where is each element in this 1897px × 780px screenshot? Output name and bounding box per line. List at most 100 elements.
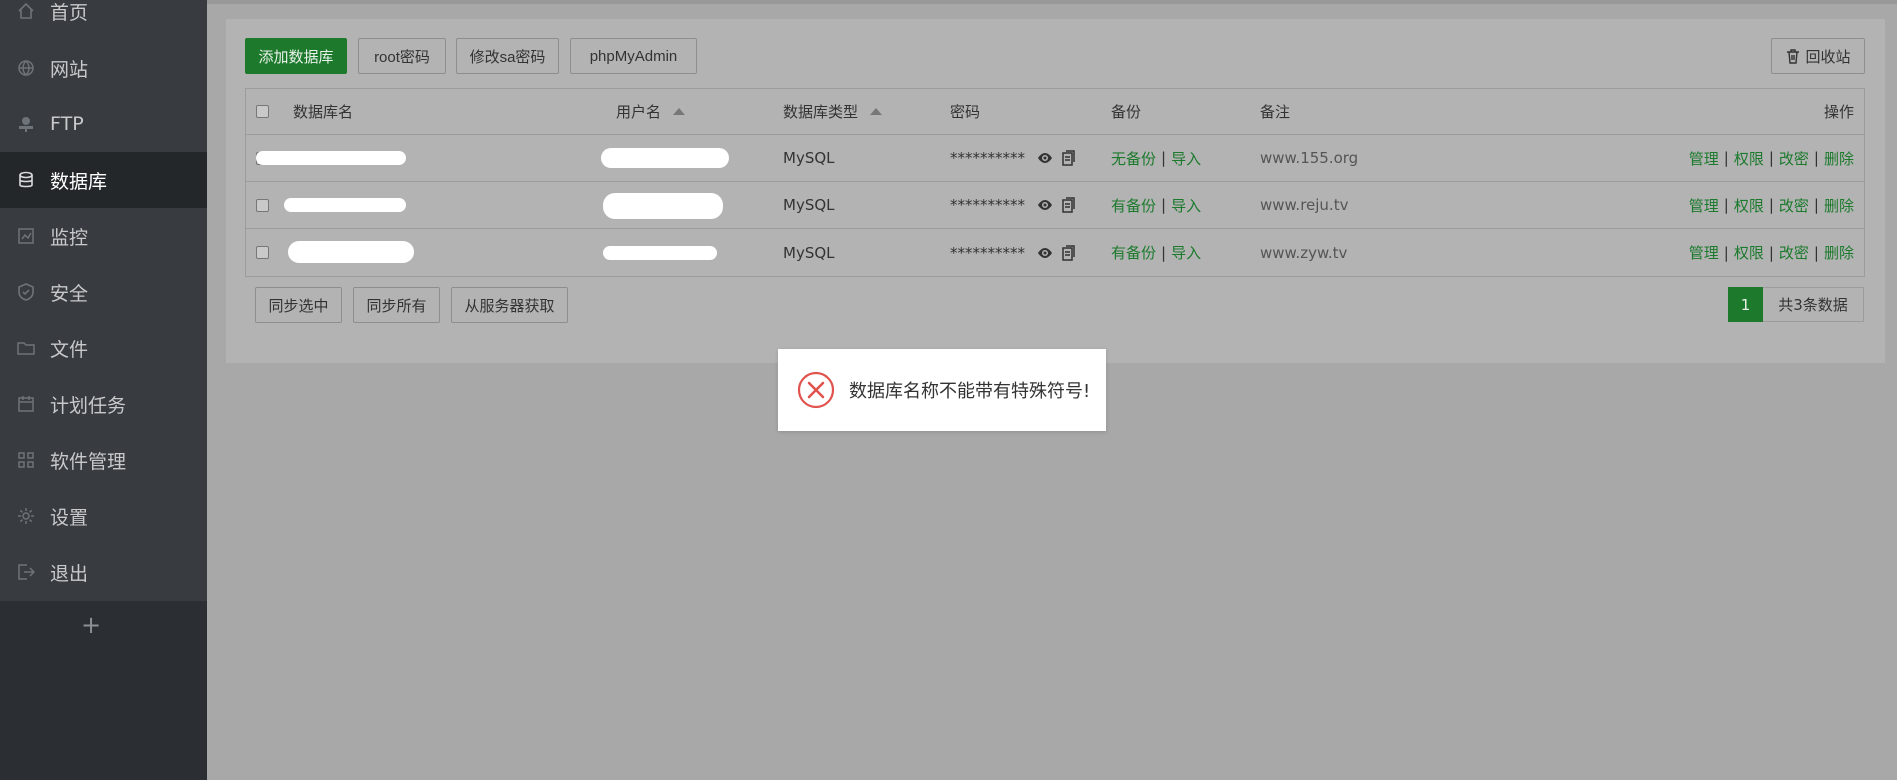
- copy-icon[interactable]: [1060, 150, 1076, 166]
- permission-link[interactable]: 权限: [1734, 148, 1764, 169]
- sidebar-item-logout[interactable]: 退出: [0, 544, 207, 600]
- sort-asc-icon: [870, 108, 883, 115]
- eye-icon[interactable]: [1037, 245, 1053, 261]
- copy-icon[interactable]: [1060, 197, 1076, 213]
- eye-icon[interactable]: [1037, 150, 1053, 166]
- note-cell: www.zyw.tv: [1260, 243, 1348, 262]
- copy-icon[interactable]: [1060, 244, 1076, 261]
- backup-cell: 有备份 | 导入: [1111, 242, 1202, 263]
- table-row: MySQL ********** 无备份 | 导入 www.155.org 管理 | …: [246, 135, 1864, 182]
- recycle-bin-label: 回收站: [1805, 48, 1851, 66]
- sort-asc-icon: [673, 108, 686, 115]
- note-cell: www.reju.tv: [1260, 196, 1349, 214]
- import-link[interactable]: 导入: [1171, 242, 1201, 263]
- sidebar-item-label: 计划任务: [50, 394, 127, 417]
- pagination-total: 共3条数据: [1763, 287, 1864, 322]
- select-all-checkbox[interactable]: [256, 105, 269, 118]
- table-header: 数据库名 用户名 数据库类型 密码 备份 备注 操作: [246, 89, 1864, 135]
- change-password-link[interactable]: 改密: [1779, 195, 1809, 216]
- root-password-button[interactable]: root密码: [358, 38, 446, 74]
- sidebar-item-monitor[interactable]: 监控: [0, 208, 207, 264]
- backup-link[interactable]: 无备份: [1111, 148, 1156, 169]
- backup-cell: 无备份 | 导入: [1111, 148, 1202, 169]
- ops-cell: 管理 | 权限 | 改密 | 删除: [1688, 148, 1854, 169]
- sidebar-item-security[interactable]: 安全: [0, 264, 207, 320]
- sidebar-item-ftp[interactable]: FTP: [0, 96, 207, 152]
- table-row: MySQL ********** 有备份 | 导入 www.zyw.tv 管理 | 权…: [246, 229, 1864, 276]
- change-password-link[interactable]: 改密: [1779, 242, 1809, 263]
- change-password-link[interactable]: 改密: [1779, 148, 1809, 169]
- table-row: MySQL ********** 有备份 | 导入 www.reju.tv 管理 | …: [246, 182, 1864, 229]
- delete-link[interactable]: 删除: [1824, 195, 1854, 216]
- calendar-icon: [17, 395, 35, 413]
- database-table: 数据库名 用户名 数据库类型 密码 备份 备注 操作 MySQL *******…: [245, 88, 1865, 277]
- home-icon: [17, 2, 35, 20]
- sidebar-item-files[interactable]: 文件: [0, 320, 207, 376]
- folder-icon: [17, 339, 35, 357]
- manage-link[interactable]: 管理: [1689, 242, 1719, 263]
- change-sa-password-button[interactable]: 修改sa密码: [456, 38, 559, 74]
- error-circle-icon: [797, 371, 835, 409]
- sidebar-item-software[interactable]: 软件管理: [0, 432, 207, 488]
- sidebar-item-cron[interactable]: 计划任务: [0, 376, 207, 432]
- redacted-db-name: [284, 198, 406, 212]
- recycle-bin-button[interactable]: 回收站: [1771, 38, 1865, 74]
- sync-all-button[interactable]: 同步所有: [353, 287, 440, 323]
- globe-icon: [17, 59, 35, 77]
- col-header-user-label: 用户名: [616, 103, 662, 121]
- col-header-user[interactable]: 用户名: [616, 89, 686, 134]
- redacted-username: [603, 193, 723, 219]
- sidebar-item-label: FTP: [50, 113, 84, 135]
- permission-link[interactable]: 权限: [1734, 195, 1764, 216]
- pagination-current-page[interactable]: 1: [1728, 287, 1763, 322]
- sidebar: 首页 网站 FTP 数据库 监控 安全 文件 计划任务 软件管理 设置 退出 +: [0, 0, 207, 780]
- import-link[interactable]: 导入: [1171, 195, 1201, 216]
- sidebar-item-database[interactable]: 数据库: [0, 152, 207, 208]
- sidebar-item-label: 安全: [50, 282, 89, 305]
- manage-link[interactable]: 管理: [1689, 195, 1719, 216]
- row-checkbox[interactable]: [256, 198, 269, 212]
- add-database-button[interactable]: 添加数据库: [245, 38, 347, 74]
- database-icon: [17, 171, 35, 189]
- password-masked: **********: [950, 243, 1025, 262]
- sidebar-item-label: 软件管理: [50, 450, 127, 473]
- sidebar-item-label: 文件: [50, 338, 89, 361]
- password-cell: **********: [950, 182, 1076, 228]
- sidebar-nav: 首页 网站 FTP 数据库 监控 安全 文件 计划任务 软件管理 设置 退出: [0, 0, 207, 601]
- eye-icon[interactable]: [1037, 197, 1053, 213]
- col-header-password: 密码: [950, 103, 981, 121]
- sync-selected-button[interactable]: 同步选中: [255, 287, 342, 323]
- add-menu-button[interactable]: +: [80, 613, 102, 637]
- manage-link[interactable]: 管理: [1689, 148, 1719, 169]
- password-cell: **********: [950, 229, 1076, 276]
- delete-link[interactable]: 删除: [1824, 242, 1854, 263]
- sidebar-item-label: 数据库: [50, 170, 108, 193]
- password-masked: **********: [950, 149, 1025, 167]
- password-cell: **********: [950, 135, 1076, 181]
- col-header-backup: 备份: [1111, 103, 1142, 121]
- db-type: MySQL: [783, 196, 835, 214]
- backup-link[interactable]: 有备份: [1111, 242, 1156, 263]
- redacted-db-name: [288, 241, 414, 263]
- import-link[interactable]: 导入: [1171, 148, 1201, 169]
- db-type: MySQL: [783, 149, 835, 167]
- col-header-type[interactable]: 数据库类型: [783, 89, 883, 134]
- db-type: MySQL: [783, 243, 835, 262]
- permission-link[interactable]: 权限: [1734, 242, 1764, 263]
- sidebar-item-label: 首页: [50, 1, 89, 24]
- backup-link[interactable]: 有备份: [1111, 195, 1156, 216]
- sidebar-item-home[interactable]: 首页: [0, 0, 207, 39]
- col-header-name[interactable]: 数据库名: [293, 89, 353, 134]
- delete-link[interactable]: 删除: [1824, 148, 1854, 169]
- sidebar-item-label: 网站: [50, 58, 89, 81]
- sidebar-item-website[interactable]: 网站: [0, 40, 207, 96]
- note-cell: www.155.org: [1260, 149, 1359, 167]
- phpmyadmin-button[interactable]: phpMyAdmin: [570, 38, 697, 74]
- monitor-icon: [17, 227, 35, 245]
- fetch-from-server-button[interactable]: 从服务器获取: [451, 287, 568, 323]
- row-checkbox[interactable]: [256, 246, 269, 259]
- ops-cell: 管理 | 权限 | 改密 | 删除: [1688, 242, 1854, 263]
- sidebar-item-settings[interactable]: 设置: [0, 488, 207, 544]
- error-toast: 数据库名称不能带有特殊符号!: [778, 349, 1106, 431]
- trash-icon: [1785, 48, 1801, 64]
